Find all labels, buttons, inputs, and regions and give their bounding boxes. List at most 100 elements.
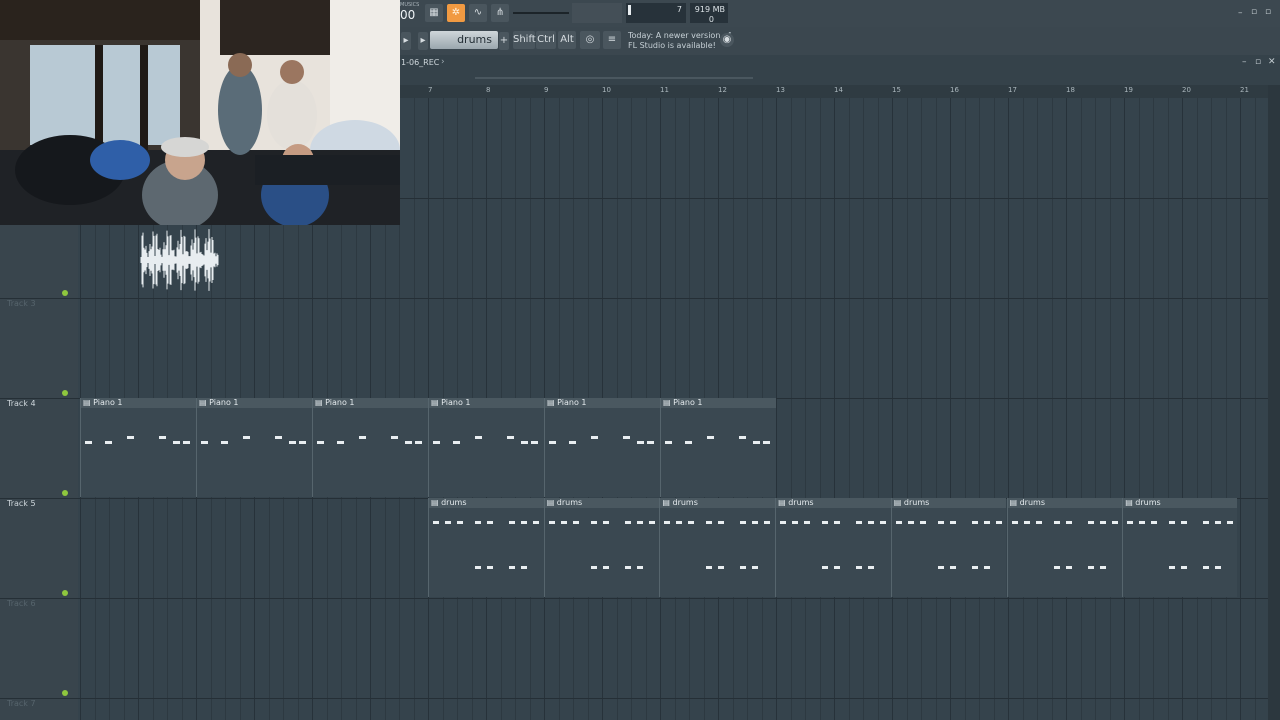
track-label[interactable]: Track 5	[7, 499, 36, 508]
beat-line	[1037, 98, 1038, 720]
alt-button[interactable]: Alt	[558, 31, 576, 49]
note-block	[509, 521, 515, 524]
note-block	[907, 521, 914, 524]
note-block	[487, 521, 493, 524]
pattern-clip[interactable]: ▤ Piano 1	[428, 398, 544, 497]
bar-line	[776, 98, 777, 720]
pattern-clip-label: ▤ Piano 1	[313, 398, 428, 408]
minimize-icon[interactable]: –	[1238, 8, 1243, 18]
note-block	[1181, 521, 1188, 524]
webcam-overlay	[0, 0, 400, 225]
pattern-clip[interactable]: ▤ Piano 1	[660, 398, 776, 497]
note-block	[127, 436, 134, 439]
beat-line	[1225, 98, 1227, 720]
note-block	[740, 521, 747, 524]
playlist-close-icon[interactable]: ✕	[1268, 57, 1276, 67]
pattern-clip[interactable]: ▤ drums	[1006, 498, 1123, 597]
track-label[interactable]: Track 7	[7, 699, 36, 708]
note-block	[880, 521, 887, 524]
pattern-clip[interactable]: ▤ drums	[428, 498, 544, 597]
pattern-clip[interactable]: ▤ Piano 1	[544, 398, 660, 497]
pattern-clip-label: ▤ Piano 1	[545, 398, 660, 408]
track-mute-led[interactable]	[62, 590, 68, 596]
online-icon[interactable]: ◉	[720, 33, 734, 47]
pattern-clip[interactable]: ▤ drums	[775, 498, 891, 597]
audio-waveform-clip[interactable]	[140, 225, 220, 295]
pattern-clip-label: ▤ Piano 1	[429, 398, 544, 408]
note-block	[243, 436, 250, 439]
pattern-clip[interactable]: ▤ Piano 1	[80, 398, 196, 497]
note-block	[85, 441, 92, 444]
pattern-clip[interactable]: ▤ drums	[659, 498, 776, 597]
shift-button[interactable]: Shift	[513, 31, 536, 49]
ruler-bar-number: 15	[892, 86, 901, 94]
note-block	[995, 521, 1002, 524]
track-label[interactable]: Track 6	[7, 599, 36, 608]
pattern-clip[interactable]: ▤ Piano 1	[312, 398, 428, 497]
restore-icon[interactable]: ▫	[1251, 7, 1257, 17]
pattern-clip[interactable]: ▤ drums	[543, 498, 660, 597]
close-app-icon[interactable]: ▫	[1265, 7, 1271, 17]
horizontal-scroll-thumb[interactable]	[475, 77, 753, 79]
ruler-bar-number: 17	[1008, 86, 1017, 94]
pattern-prev-icon[interactable]: ▸	[401, 32, 411, 50]
pattern-play-icon[interactable]: ▸	[418, 32, 428, 50]
track-mute-led[interactable]	[62, 490, 68, 496]
note-block	[1087, 521, 1094, 524]
master-volume-slider[interactable]	[513, 12, 569, 14]
pattern-clip-label: ▤ drums	[1123, 498, 1238, 508]
wave-icon[interactable]: ∿	[469, 4, 487, 22]
note-block	[173, 441, 180, 444]
note-block	[591, 436, 598, 439]
note-block	[453, 441, 460, 444]
track-mute-led[interactable]	[62, 390, 68, 396]
cpu-bar	[628, 5, 631, 15]
playlist-maximize-icon[interactable]: ▫	[1255, 57, 1261, 67]
note-block	[405, 441, 412, 444]
bar-line	[1124, 98, 1125, 720]
tempo-display[interactable]: 00	[400, 8, 415, 22]
track-label[interactable]: Track 4	[7, 399, 36, 408]
pattern-clip[interactable]: ▤ drums	[890, 498, 1007, 597]
vertical-scrollbar[interactable]	[1268, 85, 1280, 720]
snap-icon[interactable]: ◎	[580, 31, 600, 49]
pattern-clip[interactable]: ▤ drums	[1122, 498, 1238, 597]
note-block	[289, 441, 296, 444]
menu-icon[interactable]: ≡	[603, 31, 621, 49]
note-block	[415, 441, 422, 444]
note-block	[685, 441, 692, 444]
track-mute-led[interactable]	[62, 690, 68, 696]
beat-line	[921, 98, 922, 720]
playlist-minimize-icon[interactable]: –	[1242, 57, 1247, 67]
note-block	[433, 521, 439, 524]
note-block	[475, 521, 481, 524]
tuning-fork-icon[interactable]: ⋔	[491, 4, 509, 22]
timeline-ruler[interactable]: 7 8 9 10 11 12 13 14 15 16 17 18 19 20 21	[400, 85, 1268, 99]
pattern-clip-label: ▤ drums	[891, 498, 1007, 508]
track-mute-led[interactable]	[62, 290, 68, 296]
note-block	[201, 441, 208, 444]
mixer-icon[interactable]: ✲	[447, 4, 465, 22]
note-block	[1035, 521, 1042, 524]
ruler-bar-number: 14	[834, 86, 843, 94]
piano-roll-icon[interactable]: ▦	[425, 4, 443, 22]
note-block	[937, 521, 944, 524]
pattern-add-icon[interactable]: +	[499, 32, 509, 50]
note-block	[706, 566, 713, 569]
note-block	[507, 436, 514, 439]
playlist-title: 1-06_REC	[401, 58, 440, 67]
beat-line	[1153, 98, 1154, 720]
note-block	[1053, 521, 1060, 524]
note-block	[560, 521, 567, 524]
note-block	[676, 521, 683, 524]
ctrl-button[interactable]: Ctrl	[536, 31, 556, 49]
pattern-selector[interactable]: drums	[430, 31, 498, 49]
track-label[interactable]: Track 3	[7, 299, 36, 308]
ruler-bar-number: 21	[1240, 86, 1249, 94]
note-block	[739, 436, 746, 439]
note-block	[1111, 521, 1118, 524]
note-block	[590, 566, 597, 569]
pattern-clip[interactable]: ▤ Piano 1	[196, 398, 312, 497]
note-block	[569, 441, 576, 444]
note-block	[949, 521, 956, 524]
